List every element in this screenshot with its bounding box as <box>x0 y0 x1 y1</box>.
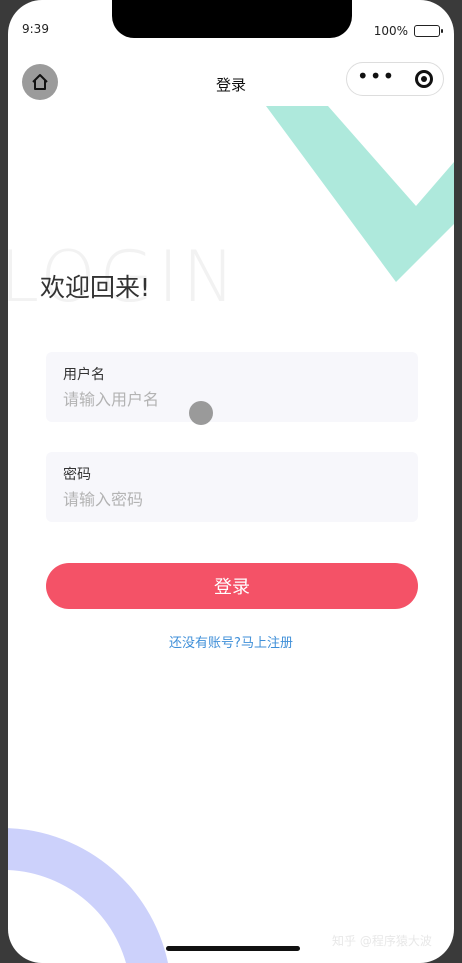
username-field: 用户名 <box>46 352 418 422</box>
mini-program-close-icon[interactable] <box>415 70 434 88</box>
teal-chevron-decoration <box>266 106 454 282</box>
register-link[interactable]: 还没有账号?马上注册 <box>8 632 454 651</box>
phone-screen: 9:39 100% 登录 ••• LOGIN 欢迎回来! 用户名 密码 登录 还… <box>8 0 454 963</box>
mini-program-capsule: ••• <box>346 62 444 96</box>
notch <box>112 0 352 38</box>
battery-icon <box>414 25 443 37</box>
login-button[interactable]: 登录 <box>46 563 418 609</box>
username-label: 用户名 <box>63 367 105 383</box>
password-input[interactable] <box>63 490 393 509</box>
more-dots-icon[interactable]: ••• <box>357 66 395 86</box>
password-field: 密码 <box>46 452 418 522</box>
home-indicator <box>166 946 300 951</box>
touch-indicator <box>189 401 213 425</box>
password-label: 密码 <box>63 467 91 483</box>
username-input[interactable] <box>63 390 393 409</box>
welcome-heading: 欢迎回来! <box>40 273 151 302</box>
lavender-arc-decoration <box>8 828 168 963</box>
battery-percent: 100% <box>373 24 408 38</box>
status-right: 100% <box>373 24 443 38</box>
watermark: 知乎 @程序猿大波 <box>332 934 432 948</box>
status-time: 9:39 <box>22 22 49 36</box>
